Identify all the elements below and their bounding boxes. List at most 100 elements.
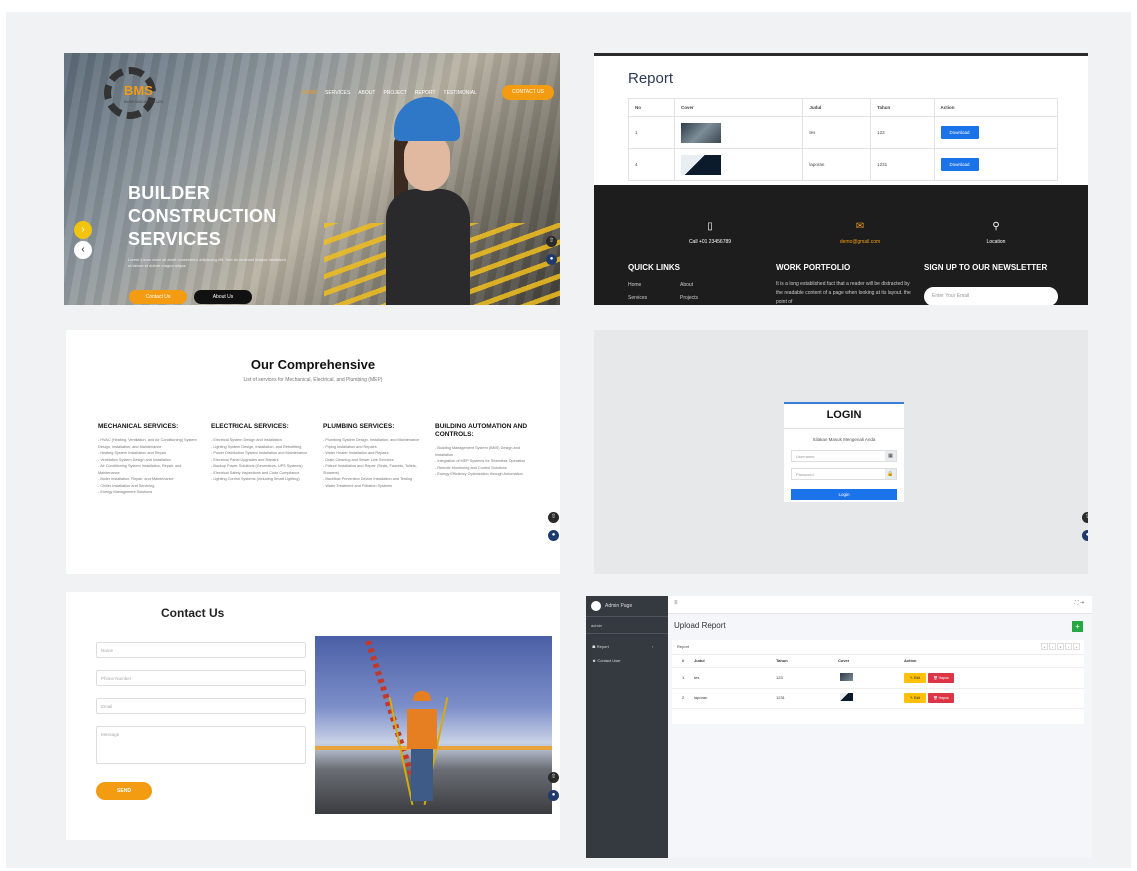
report-icon: ☗ [592,644,596,649]
phone-input[interactable]: Phone Number [96,670,306,686]
service-column-title: BUILDING AUTOMATION AND CONTROLS: [435,423,528,438]
phone-icon: ▯ [707,221,713,232]
scroll-top-icon[interactable]: ⇧ [548,772,559,783]
page-first[interactable]: « [1041,643,1048,650]
footer-link-projects[interactable]: Projects [680,295,698,301]
edit-button[interactable]: ✎ Edit [904,673,926,683]
footer-call-text[interactable]: Call +01 23456789 [650,239,770,245]
contact-us-nav-button[interactable]: CONTACT US [502,85,554,100]
email-input[interactable]: Email [96,698,306,714]
hero-panel: BMS BUMI MULIA SOLUSI HOME SERVICES ABOU… [64,53,560,305]
fullscreen-logout-icons[interactable]: ⛶ ⇥ [1075,600,1084,606]
chat-icon[interactable]: ● [548,530,559,541]
login-card: LOGIN Silakan Masuk Mengenali Anda Usern… [784,402,904,502]
contact-title: Contact Us [161,606,225,620]
footer-link-services[interactable]: Services [628,295,647,301]
mail-icon: ✉ [855,221,865,232]
contact-panel: Contact Us Name Phone Number Email Messa… [66,592,560,840]
sidebar-item-contact-user[interactable]: ☻ Contact User [592,658,621,663]
slider-prev-icon[interactable]: ‹ [74,241,92,259]
password-input[interactable]: Password 🔒 [791,468,897,480]
cover-thumbnail [681,154,721,175]
service-item: - Integration of MEP Systems for Seamles… [435,459,526,463]
login-button[interactable]: Login [791,489,897,500]
add-report-button[interactable]: + [1072,621,1083,632]
col-tahun: Tahun [776,658,788,663]
admin-logo-icon [591,601,601,611]
service-item: - Lighting Control Systems (including Sm… [211,477,300,481]
service-item: - Fixture Installation and Repair (Sinks… [323,464,417,475]
contact-us-button[interactable]: Contact Us [129,290,187,304]
edit-button[interactable]: ✎ Edit [904,693,926,703]
table-header-row: No Cover Judul Tahun Action [628,98,1058,117]
services-subtitle: List of services for Mechanical, Electri… [243,377,383,383]
hero-worker-image [376,93,476,305]
cover-thumbnail [840,673,853,681]
service-item: - Air Conditioning System Installation, … [98,464,182,475]
users-icon: ☻ [592,658,597,663]
footer-email-text[interactable]: demo@gmail.com [800,239,920,245]
scroll-top-icon[interactable]: ⇧ [1082,512,1088,523]
service-item: - Backup Power Solutions (Generators, UP… [211,464,303,468]
col-no: No [628,98,675,117]
work-portfolio-text: It is a long established fact that a rea… [776,281,911,305]
service-item: - Power Distribution System Installation… [211,451,308,455]
page-last[interactable]: » [1073,643,1080,650]
nav-about[interactable]: ABOUT [358,90,375,96]
chevron-left-icon: ‹ [651,644,654,649]
service-column-mechanical: MECHANICAL SERVICES: - HVAC (Heating, Ve… [98,423,198,496]
download-button[interactable]: Download [940,126,979,139]
hamburger-icon[interactable]: ≡ [674,600,678,606]
nav-project[interactable]: PROJECT [383,90,406,96]
newsletter-email-input[interactable]: Enter Your Email [924,287,1058,305]
service-item: - Plumbing System Design, Installation, … [323,438,420,442]
nav-report[interactable]: REPORT [415,90,436,96]
scroll-top-icon[interactable]: ⇧ [546,236,557,247]
username-placeholder: Username [796,454,815,459]
report-panel: Report No Cover Judul Tahun Action 1 tes… [594,53,1088,305]
services-panel: Our Comprehensive List of services for M… [66,330,560,574]
admin-panel: Admin Page admin ☗ Report ‹ ☻ Contact Us… [586,596,1092,858]
cover-thumbnail [840,693,853,701]
lock-icon: 🔒 [885,469,896,479]
service-column-automation: BUILDING AUTOMATION AND CONTROLS: - Buil… [435,423,535,478]
footer-link-home[interactable]: Home [628,282,641,288]
page-next[interactable]: › [1065,643,1072,650]
message-textarea[interactable]: Message [96,726,306,764]
cell-tahun: 1231 [776,695,785,700]
footer-email: ✉ demo@gmail.com [800,221,920,245]
service-column-title: MECHANICAL SERVICES: [98,423,179,430]
slider-next-icon[interactable]: › [74,221,92,239]
work-portfolio-heading: WORK PORTFOLIO [776,263,851,272]
name-input[interactable]: Name [96,642,306,658]
password-placeholder: Password [796,472,814,477]
sidebar-item-report[interactable]: ☗ Report ‹ [592,644,653,649]
page-prev[interactable]: ‹ [1049,643,1056,650]
admin-user-name[interactable]: admin [591,623,602,628]
page-1[interactable]: 1 [1057,643,1064,650]
chat-icon[interactable]: ● [548,790,559,801]
login-title: LOGIN [826,409,862,421]
login-subtitle: Silakan Masuk Mengenali Anda [812,437,876,442]
username-input[interactable]: Username ▦ [791,450,897,462]
cell-tahun: 123 [776,675,783,680]
service-column-plumbing: PLUMBING SERVICES: - Plumbing System Des… [323,423,423,489]
nav-home[interactable]: HOME [302,90,317,96]
scroll-top-icon[interactable]: ⇧ [548,512,559,523]
chat-icon[interactable]: ● [1082,530,1088,541]
delete-button[interactable]: 🗑 Hapus [928,673,954,683]
download-button[interactable]: Download [940,158,979,171]
nav-services[interactable]: SERVICES [325,90,350,96]
cell-no: 1 [628,116,675,149]
send-button[interactable]: SEND [96,782,152,800]
delete-button[interactable]: 🗑 Hapus [928,693,954,703]
hero-nav: HOME SERVICES ABOUT PROJECT REPORT TESTI… [302,90,477,96]
admin-brand[interactable]: Admin Page [591,601,632,611]
footer-location-text[interactable]: Location [936,239,1056,245]
nav-testimonial[interactable]: TESTIMONIAL [444,90,477,96]
service-column-electrical: ELECTRICAL SERVICES: - Electrical System… [211,423,311,483]
footer-link-about[interactable]: About [680,282,693,288]
about-us-button[interactable]: About Us [194,290,252,304]
admin-sidebar: Admin Page admin ☗ Report ‹ ☻ Contact Us… [586,596,668,858]
chat-icon[interactable]: ● [546,254,557,265]
